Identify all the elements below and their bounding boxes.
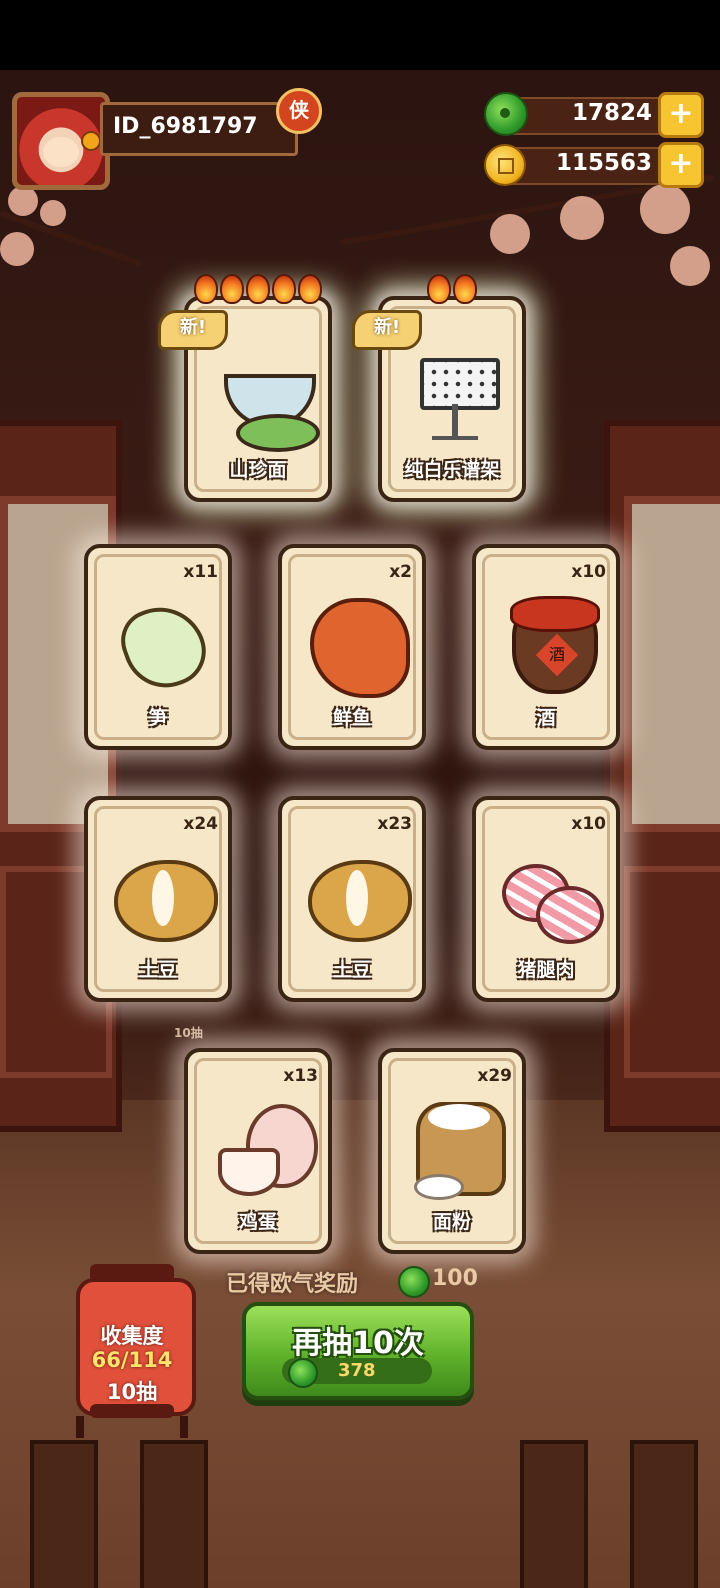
jar-label: 酒 bbox=[548, 644, 566, 664]
blossom-flower bbox=[640, 184, 690, 234]
player-id-plate: ID_6981797 bbox=[100, 102, 298, 156]
draw-cost: 378 bbox=[338, 1360, 376, 1381]
pork-leg-icon bbox=[500, 846, 604, 946]
potato-icon bbox=[306, 846, 412, 946]
draw-again-label: 再抽10次 bbox=[292, 1326, 424, 1361]
music-stand-icon bbox=[406, 346, 506, 446]
featured-card[interactable]: 新! 纯白乐谱架 bbox=[352, 274, 526, 502]
card-name: 猪腿肉 bbox=[517, 959, 575, 981]
collection-label: 收集度 bbox=[100, 1324, 164, 1348]
flour-sack-icon bbox=[406, 1098, 506, 1200]
item-card[interactable]: x10 猪腿肉 bbox=[472, 796, 620, 1002]
card-name: 酒 bbox=[536, 707, 556, 729]
card-name: 笋 bbox=[148, 707, 168, 729]
item-card[interactable]: x23 土豆 bbox=[278, 796, 426, 1002]
flame-icon bbox=[194, 274, 218, 304]
item-card[interactable]: x2 鲜鱼 bbox=[278, 544, 426, 750]
collection-progress: 66/114 bbox=[91, 1348, 173, 1372]
vip-badge[interactable]: 侠 bbox=[276, 88, 322, 134]
reward-label: 已得欧气奖励 bbox=[226, 1272, 359, 1297]
coin-icon bbox=[484, 144, 526, 186]
potato-icon bbox=[112, 846, 218, 946]
collection-draws: 10抽 bbox=[106, 1380, 158, 1404]
card-name: 土豆 bbox=[138, 959, 177, 981]
item-count: x24 bbox=[183, 814, 218, 834]
new-badge: 新! bbox=[352, 310, 422, 350]
flame-icon bbox=[220, 274, 244, 304]
jade-value: 17824 bbox=[571, 100, 652, 126]
item-count: x23 bbox=[377, 814, 412, 834]
item-card[interactable]: x10 酒 酒 bbox=[472, 544, 620, 750]
background-draw-tag: 10抽 bbox=[174, 1026, 203, 1040]
rarity-flames bbox=[382, 274, 522, 308]
wine-jar-icon: 酒 bbox=[500, 594, 600, 694]
item-card[interactable]: x29 面粉 bbox=[378, 1048, 526, 1254]
stand-pole bbox=[452, 404, 458, 440]
collection-lantern[interactable]: 收集度 66/114 10抽 bbox=[72, 1264, 196, 1438]
flame-icon bbox=[272, 274, 296, 304]
card-name: 纯白乐谱架 bbox=[404, 459, 500, 481]
reward-value: 100 bbox=[432, 1266, 478, 1291]
railing-post bbox=[140, 1440, 208, 1588]
item-card[interactable]: x24 土豆 bbox=[84, 796, 232, 1002]
status-bar bbox=[0, 0, 720, 70]
item-count: x10 bbox=[571, 814, 606, 834]
card-name: 鸡蛋 bbox=[238, 1211, 277, 1233]
player-id: ID_6981797 bbox=[113, 114, 258, 139]
flame-icon bbox=[453, 274, 477, 304]
new-badge: 新! bbox=[158, 310, 228, 350]
card-name: 鲜鱼 bbox=[332, 707, 371, 729]
add-coin-button[interactable]: + bbox=[658, 142, 704, 188]
item-card[interactable]: x13 鸡蛋 bbox=[184, 1048, 332, 1254]
avatar-badge-icon bbox=[81, 131, 101, 151]
blossom-flower bbox=[40, 200, 66, 226]
draw-again-button[interactable]: 再抽10次 378 bbox=[242, 1302, 474, 1400]
noodle-bowl-icon bbox=[212, 346, 320, 452]
jade-icon bbox=[398, 1266, 430, 1298]
item-count: x2 bbox=[389, 562, 412, 582]
item-count: x10 bbox=[571, 562, 606, 582]
coin-currency: 115563 + bbox=[484, 142, 710, 188]
featured-card[interactable]: 新! 山珍面 bbox=[158, 274, 332, 502]
item-count: x13 bbox=[283, 1066, 318, 1086]
door-right bbox=[604, 420, 720, 1132]
railing-post bbox=[520, 1440, 588, 1588]
fish-icon bbox=[306, 594, 410, 698]
door-left bbox=[0, 420, 122, 1132]
blossom-flower bbox=[670, 246, 710, 286]
item-card[interactable]: x11 笋 bbox=[84, 544, 232, 750]
jade-icon bbox=[484, 92, 528, 136]
jade-icon bbox=[288, 1358, 318, 1388]
coin-value: 115563 bbox=[555, 150, 652, 176]
item-count: x29 bbox=[477, 1066, 512, 1086]
railing-post bbox=[30, 1440, 98, 1588]
blossom-flower bbox=[0, 232, 34, 266]
avatar-face bbox=[43, 137, 79, 167]
railing-post bbox=[630, 1440, 698, 1588]
flame-icon bbox=[298, 274, 322, 304]
flame-icon bbox=[427, 274, 451, 304]
bamboo-shoot-icon bbox=[112, 594, 216, 700]
add-jade-button[interactable]: + bbox=[658, 92, 704, 138]
plate-shape bbox=[236, 414, 320, 452]
card-name: 面粉 bbox=[432, 1211, 471, 1233]
item-count: x11 bbox=[183, 562, 218, 582]
flame-icon bbox=[246, 274, 270, 304]
card-name: 土豆 bbox=[332, 959, 371, 981]
blossom-flower bbox=[8, 186, 38, 216]
rarity-flames bbox=[188, 274, 328, 308]
blossom-flower bbox=[560, 196, 604, 240]
lantern-stand bbox=[72, 1416, 192, 1438]
stand-board bbox=[420, 358, 500, 410]
jade-currency: 17824 + bbox=[484, 92, 710, 138]
avatar[interactable] bbox=[12, 92, 110, 190]
card-name: 山珍面 bbox=[229, 459, 287, 481]
egg-icon bbox=[212, 1098, 318, 1198]
blossom-flower bbox=[490, 214, 530, 254]
stand-legs bbox=[432, 436, 478, 440]
